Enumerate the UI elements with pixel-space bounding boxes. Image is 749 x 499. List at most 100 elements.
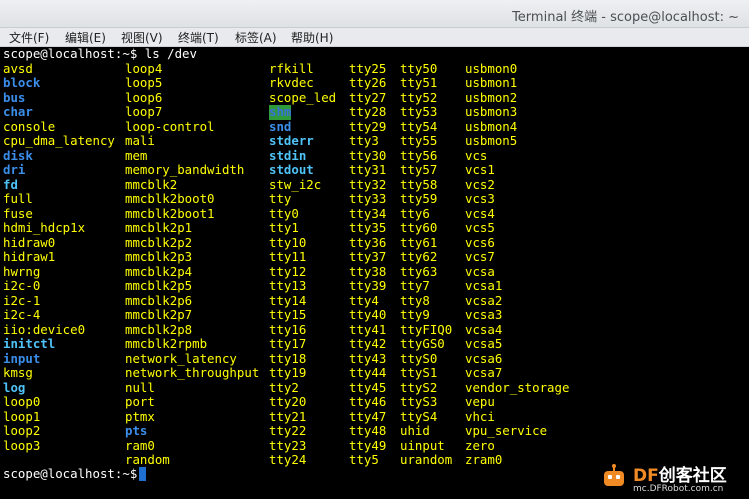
dev-entry: usbmon5 (465, 133, 518, 148)
dev-entry: ram0 (125, 437, 155, 453)
dev-entry: zero (465, 437, 495, 453)
dev-entry: tty11 (269, 249, 307, 264)
dev-entry: uhid (400, 423, 430, 438)
dev-entry: tty48 (349, 423, 387, 438)
menu-bar: 文件(F) 编辑(E) 视图(V) 终端(T) 标签(A) 帮助(H) (0, 28, 749, 47)
dev-entry: tty36 (349, 234, 387, 250)
dev-entry: tty2 (269, 379, 299, 395)
dev-entry: tty42 (349, 336, 387, 351)
dev-entry: tty7 (400, 278, 430, 293)
dev-entry: mali (125, 133, 155, 148)
dev-entry: mmcblk2p2 (125, 234, 193, 250)
dev-entry: tty15 (269, 307, 307, 322)
dev-entry: mmcblk2boot0 (125, 191, 215, 206)
dev-entry: tty56 (400, 147, 438, 163)
dev-entry: mem (125, 147, 148, 163)
dev-entry: ttyGS0 (400, 336, 445, 351)
dev-entry: vcs2 (465, 176, 495, 192)
dev-entry: ttyS2 (400, 379, 438, 395)
dev-entry: tty12 (269, 263, 307, 279)
dev-entry: iio:device0 (3, 321, 86, 337)
dev-entry: vcs (465, 147, 488, 163)
prompt: scope@localhost:~$ (3, 466, 145, 481)
dev-entry: memory_bandwidth (125, 162, 245, 177)
dev-entry: vpu_service (465, 423, 548, 438)
dev-entry: loop5 (125, 75, 163, 90)
dev-entry: tty44 (349, 365, 387, 380)
menu-file[interactable]: 文件(F) (9, 29, 49, 46)
menu-view[interactable]: 视图(V) (121, 29, 163, 46)
dev-entry: loop1 (3, 408, 41, 424)
menu-edit[interactable]: 编辑(E) (65, 29, 106, 46)
dev-entry: tty52 (400, 89, 438, 105)
dev-entry: char (3, 104, 33, 119)
dev-entry: mmcblk2p5 (125, 278, 193, 293)
dev-entry: tty0 (269, 205, 299, 221)
dev-entry: loop7 (125, 104, 163, 119)
dev-entry: network_latency (125, 350, 237, 366)
dev-entry: mmcblk2 (125, 176, 178, 192)
dev-entry: rkvdec (269, 75, 314, 90)
dev-entry: stw_i2c (269, 176, 322, 192)
dev-entry: null (125, 379, 155, 395)
dev-entry: tty28 (349, 104, 387, 119)
menu-tabs[interactable]: 标签(A) (235, 29, 277, 46)
dev-entry: tty30 (349, 147, 387, 163)
dev-entry: urandom (400, 452, 453, 467)
menu-terminal[interactable]: 终端(T) (178, 29, 219, 46)
window-title: Terminal 终端 - scope@localhost: ~ (512, 10, 739, 25)
dev-entry: tty6 (400, 205, 430, 221)
dev-entry: mmcblk2rpmb (125, 336, 208, 351)
dev-entry: tty14 (269, 292, 307, 308)
terminal-output[interactable]: scope@localhost:~$ ls /dev avsd block bus c… (0, 46, 749, 499)
dev-entry: tty22 (269, 423, 307, 438)
dev-entry: tty38 (349, 263, 387, 279)
dev-entry: mmcblk2p6 (125, 292, 193, 308)
dev-entry: tty13 (269, 278, 307, 293)
dev-entry: loop6 (125, 89, 163, 105)
dev-entry: tty16 (269, 321, 307, 337)
dev-entry: usbmon2 (465, 89, 518, 105)
dev-entry: vhci (465, 408, 495, 424)
dev-entry: loop-control (125, 118, 215, 134)
dev-entry: usbmon3 (465, 104, 518, 119)
dev-entry: vendor_storage (465, 379, 570, 395)
dev-entry: bus (3, 89, 26, 105)
dev-entry: tty32 (349, 176, 387, 192)
dev-entry: vcsa6 (465, 350, 503, 366)
dev-entry: block (3, 75, 41, 90)
dev-entry: stdin (269, 147, 307, 163)
dev-entry: zram0 (465, 452, 503, 467)
dev-entry: tty58 (400, 176, 438, 192)
dev-entry: tty55 (400, 133, 438, 148)
dev-entry: tty37 (349, 249, 387, 264)
dev-entry: vcsa2 (465, 292, 503, 308)
dev-entry: input (3, 350, 41, 366)
dev-entry: vcs7 (465, 249, 495, 264)
menu-help[interactable]: 帮助(H) (291, 29, 333, 46)
dev-entry: tty25 (349, 60, 387, 76)
dev-entry: tty61 (400, 234, 438, 250)
dev-entry: tty63 (400, 263, 438, 279)
dev-entry: loop0 (3, 394, 41, 409)
dev-entry: tty29 (349, 118, 387, 134)
dev-entry: tty18 (269, 350, 307, 366)
dev-entry: hidraw1 (3, 249, 56, 264)
dev-entry: vcs6 (465, 234, 495, 250)
dev-entry: ptmx (125, 408, 155, 424)
dev-entry: tty26 (349, 75, 387, 90)
dev-entry: vcs4 (465, 205, 495, 221)
dev-entry: vcs1 (465, 162, 495, 177)
dev-entry: kmsg (3, 365, 33, 380)
dev-entry: dri (3, 162, 26, 177)
dev-entry: stderr (269, 133, 314, 148)
dev-entry: tty31 (349, 162, 387, 177)
dev-entry: vcsa1 (465, 278, 503, 293)
dev-entry: usbmon4 (465, 118, 518, 134)
dev-entry: tty53 (400, 104, 438, 119)
dev-entry: tty (269, 191, 292, 206)
dev-entry: tty60 (400, 220, 438, 235)
dev-entry: tty1 (269, 220, 299, 235)
dev-entry: usbmon1 (465, 75, 518, 90)
dev-entry: hwrng (3, 263, 41, 279)
